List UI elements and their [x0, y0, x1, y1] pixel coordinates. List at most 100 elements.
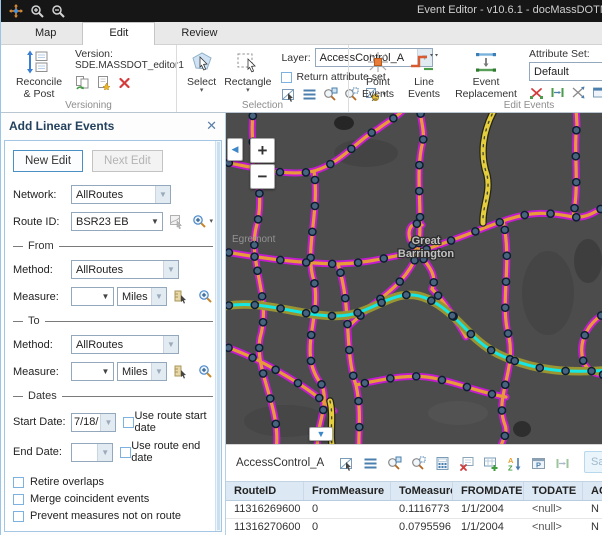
show-records-icon[interactable] [363, 456, 378, 471]
cell-frommeasure: 0 [304, 501, 391, 518]
zoom-to-measure-icon[interactable] [198, 289, 213, 304]
map-zoom-out-button[interactable]: − [250, 164, 275, 189]
tab-map[interactable]: Map [9, 23, 82, 45]
merge-events-icon[interactable] [571, 85, 586, 100]
rectangle-select-button[interactable]: Rectangle ▾ [220, 48, 275, 96]
delete-version-icon[interactable] [117, 75, 132, 90]
column-header-frommeasure[interactable]: FromMeasure [304, 482, 391, 500]
close-icon[interactable]: ✕ [206, 118, 217, 134]
from-unit-dropdown[interactable]: Miles ▼ [117, 287, 167, 306]
event-replacement-label: Event Replacement [451, 76, 521, 100]
column-header-routeid[interactable]: RouteID [226, 482, 304, 500]
collapse-table-button[interactable]: ▼ [309, 427, 333, 441]
from-method-dropdown[interactable]: AllRoutes ▼ [71, 260, 179, 279]
merge-coincident-events-label: Merge coincident events [30, 493, 149, 505]
to-method-dropdown[interactable]: AllRoutes ▼ [71, 335, 179, 354]
use-route-end-date-checkbox[interactable] [120, 447, 131, 458]
end-date-label: End Date: [13, 446, 71, 458]
from-method-label: Method: [13, 264, 71, 276]
new-edit-button[interactable]: New Edit [13, 150, 83, 172]
event-editor-window: Event Editor - v10.6.1 - docMassDOTM Map… [0, 0, 602, 535]
zoom-out-icon[interactable] [49, 3, 67, 19]
event-replacement-button[interactable]: Event Replacement [447, 48, 525, 102]
from-method-value: AllRoutes [72, 264, 163, 276]
group-versioning: Reconcile & Post Version: SDE.MASSDOT_ed… [1, 45, 176, 112]
map-canvas[interactable]: Egremont Great Barrington ◀ + − ▼ [226, 113, 602, 444]
group-label-selection: Selection [177, 100, 348, 111]
to-unit-dropdown[interactable]: Miles ▼ [117, 362, 167, 381]
to-measure-combo[interactable]: ▼ [71, 362, 114, 381]
tab-edit[interactable]: Edit [82, 22, 155, 45]
layer-label: Layer: [281, 52, 310, 64]
group-edit-events: Point Events Line Events Event R [348, 45, 602, 112]
dates-section-separator: Dates [13, 390, 213, 402]
to-section-separator: To [13, 315, 213, 327]
table-header-row: RouteID FromMeasure ToMeasure FROMDATE T… [226, 481, 602, 501]
table-row[interactable]: 11316270600 0 0.0795596 1/1/2004 <null> … [226, 519, 602, 535]
to-method-value: AllRoutes [72, 339, 163, 351]
chevron-down-icon: ▼ [155, 186, 170, 203]
new-version-icon[interactable] [96, 75, 111, 90]
window-title: Event Editor - v10.6.1 - docMassDOTM [417, 4, 602, 16]
chevron-down-icon: ▼ [163, 261, 178, 278]
use-route-start-date-checkbox[interactable] [123, 417, 134, 428]
plus-icon: + [258, 141, 268, 161]
zoom-in-icon[interactable] [28, 3, 46, 19]
column-header-tomeasure[interactable]: ToMeasure [391, 482, 453, 500]
cell-routeid: 11316269600 [226, 501, 304, 518]
select-route-on-map-icon[interactable] [169, 214, 184, 229]
chevron-down-icon: ▼ [163, 336, 178, 353]
clear-selection-icon[interactable] [459, 456, 474, 471]
from-measure-combo[interactable]: ▼ [71, 287, 114, 306]
measure-on-map-icon[interactable] [174, 364, 189, 379]
zoom-to-measure-icon[interactable] [198, 364, 213, 379]
ribbon: Reconcile & Post Version: SDE.MASSDOT_ed… [1, 45, 602, 113]
event-window-icon[interactable] [592, 85, 602, 100]
select-button[interactable]: Select ▾ [183, 48, 220, 96]
map-zoom-in-button[interactable]: + [250, 138, 275, 163]
sort-icon[interactable]: AZ [507, 456, 522, 471]
return-attribute-set-checkbox[interactable] [281, 72, 292, 83]
table-row[interactable]: 11316269600 0 0.1116773 1/1/2004 <null> … [226, 501, 602, 519]
identify-icon[interactable]: P [531, 456, 546, 471]
column-header-accesscontrol[interactable]: AC [583, 482, 602, 500]
field-calculator-icon[interactable] [435, 456, 450, 471]
zoom-options-caret[interactable]: ▾ [209, 219, 213, 225]
reconcile-post-button[interactable]: Reconcile & Post [7, 48, 71, 102]
measure-icon[interactable] [555, 456, 570, 471]
column-header-fromdate[interactable]: FROMDATE [453, 482, 524, 500]
panel-scrollbar[interactable] [215, 141, 221, 531]
cell-routeid: 11316270600 [226, 519, 304, 535]
save-button[interactable]: Sa [584, 451, 602, 473]
select-features-icon[interactable] [339, 456, 354, 471]
next-edit-button[interactable]: Next Edit [92, 150, 163, 172]
attribute-set-value: Default [530, 66, 602, 78]
zoom-to-route-icon[interactable] [192, 214, 207, 229]
column-header-todate[interactable]: TODATE [524, 482, 583, 500]
measure-event-icon[interactable] [550, 85, 565, 100]
collapse-panel-left-button[interactable]: ◀ [227, 138, 243, 161]
tab-review[interactable]: Review [155, 23, 243, 45]
zoom-to-selection-icon[interactable] [387, 456, 402, 471]
attribute-set-dropdown[interactable]: Default ▼ [529, 62, 602, 81]
reconcile-icon[interactable] [75, 75, 90, 90]
end-date-picker[interactable]: ▼ [71, 443, 113, 462]
measure-on-map-icon[interactable] [174, 289, 189, 304]
retire-overlaps-checkbox[interactable] [13, 477, 24, 488]
cell-tomeasure: 0.0795596 [391, 519, 453, 535]
route-id-dropdown[interactable]: BSR23 EB ▼ [71, 212, 163, 231]
route-id-label: Route ID: [13, 216, 71, 228]
chevron-down-icon: ▼ [151, 363, 166, 380]
route-id-value: BSR23 EB [72, 216, 147, 228]
group-label-edit-events: Edit Events [469, 100, 589, 111]
pan-to-selection-icon[interactable] [411, 456, 426, 471]
prevent-measures-checkbox[interactable] [13, 511, 24, 522]
add-record-icon[interactable] [483, 456, 498, 471]
line-events-button[interactable]: Line Events [401, 48, 447, 102]
merge-coincident-events-checkbox[interactable] [13, 494, 24, 505]
network-dropdown[interactable]: AllRoutes ▼ [71, 185, 171, 204]
point-events-button[interactable]: Point Events [355, 48, 401, 102]
split-event-icon[interactable] [529, 85, 544, 100]
pan-icon[interactable] [7, 3, 25, 19]
start-date-picker[interactable]: 7/18/ ▼ [71, 413, 116, 432]
